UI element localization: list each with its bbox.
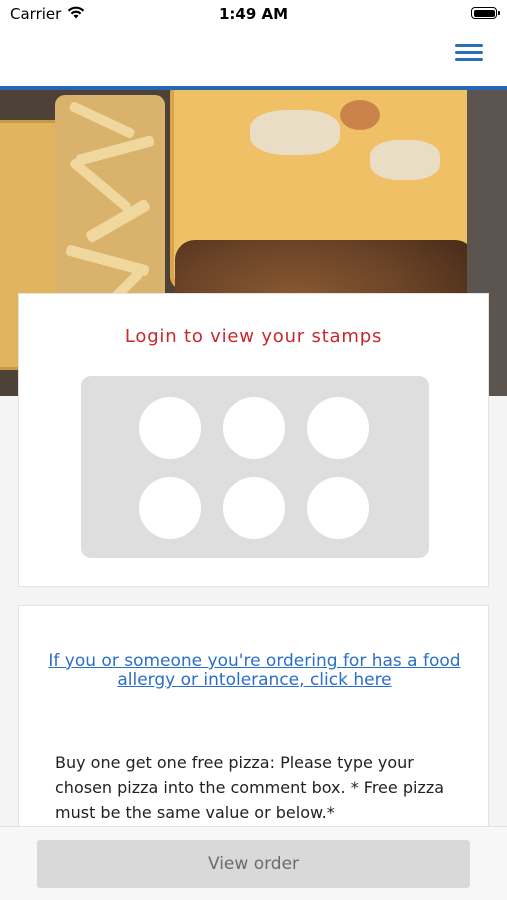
info-card: If you or someone you're ordering for ha… (18, 605, 489, 845)
stamp-card: Login to view your stamps (18, 293, 489, 587)
stamp-panel (81, 376, 429, 558)
view-order-button[interactable]: View order (37, 840, 470, 888)
nav-bar (0, 30, 507, 86)
hamburger-menu-icon[interactable] (455, 40, 483, 66)
stamp-slot (139, 477, 201, 539)
stamp-slot (307, 397, 369, 459)
stamp-login-prompt[interactable]: Login to view your stamps (19, 326, 488, 347)
status-time: 1:49 AM (218, 5, 289, 23)
promo-text: Buy one get one free pizza: Please type … (55, 753, 445, 822)
stamp-slot (307, 477, 369, 539)
stamp-slot (223, 397, 285, 459)
bottom-bar: View order (0, 826, 507, 900)
stamp-slot (223, 477, 285, 539)
stamp-slot (139, 397, 201, 459)
allergy-info-link[interactable]: If you or someone you're ordering for ha… (39, 652, 470, 690)
status-bar: Carrier 1:49 AM (0, 0, 507, 30)
battery-icon (471, 7, 500, 19)
